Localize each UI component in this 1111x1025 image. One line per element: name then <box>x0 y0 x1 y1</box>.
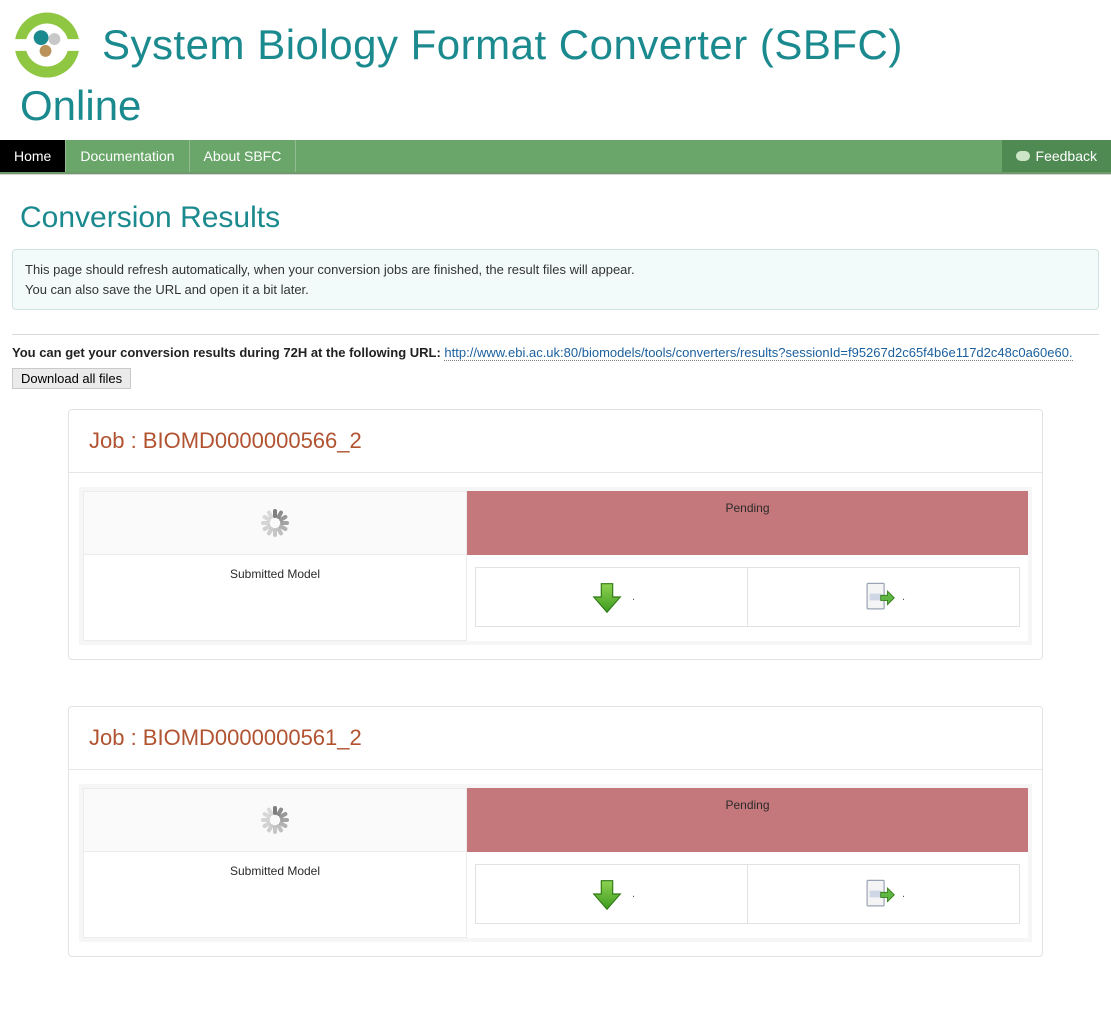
info-box: This page should refresh automatically, … <box>12 249 1099 310</box>
submitted-model-cell: Submitted Model <box>83 852 467 938</box>
job-status-cell: Pending <box>467 788 1028 852</box>
results-url-prefix: You can get your conversion results duri… <box>12 345 444 360</box>
info-line-2: You can also save the URL and open it a … <box>25 280 1086 300</box>
job-status-label: Pending <box>725 501 769 515</box>
file-export-icon <box>862 580 896 614</box>
job-actions-cell: . . <box>467 555 1028 641</box>
site-title-sub: Online <box>20 82 141 129</box>
job-loading-cell <box>83 491 467 555</box>
job-loading-cell <box>83 788 467 852</box>
page-title: Conversion Results <box>8 197 1103 249</box>
nav-documentation[interactable]: Documentation <box>66 140 189 172</box>
download-result-button[interactable]: . <box>476 865 748 923</box>
site-title-main: System Biology Format Converter (SBFC) <box>102 21 903 69</box>
nav-home[interactable]: Home <box>0 140 66 172</box>
feedback-label: Feedback <box>1036 148 1097 164</box>
site-header: System Biology Format Converter (SBFC) O… <box>0 0 1111 130</box>
export-result-button[interactable]: . <box>748 865 1019 923</box>
job-actions-cell: . . <box>467 852 1028 938</box>
divider <box>12 334 1099 335</box>
job-card: Job : BIOMD0000000561_2 Pending Submitte… <box>68 706 1043 957</box>
nav-feedback[interactable]: Feedback <box>1002 140 1111 172</box>
job-status-label: Pending <box>725 798 769 812</box>
results-url-line: You can get your conversion results duri… <box>8 345 1103 364</box>
action-dot: . <box>632 888 635 900</box>
info-line-1: This page should refresh automatically, … <box>25 260 1086 280</box>
action-dot: . <box>902 591 905 603</box>
export-result-button[interactable]: . <box>748 568 1019 626</box>
loading-spinner-icon <box>259 507 291 539</box>
action-dot: . <box>632 591 635 603</box>
submitted-model-cell: Submitted Model <box>83 555 467 641</box>
feedback-icon <box>1016 151 1030 161</box>
job-title: Job : BIOMD0000000566_2 <box>89 428 1022 454</box>
download-all-button[interactable]: Download all files <box>12 368 131 389</box>
submitted-model-label: Submitted Model <box>230 567 320 581</box>
download-arrow-icon <box>588 875 626 913</box>
job-title: Job : BIOMD0000000561_2 <box>89 725 1022 751</box>
submitted-model-label: Submitted Model <box>230 864 320 878</box>
file-export-icon <box>862 877 896 911</box>
action-dot: . <box>902 888 905 900</box>
download-result-button[interactable]: . <box>476 568 748 626</box>
nav-about-sbfc[interactable]: About SBFC <box>190 140 297 172</box>
logo-icon <box>10 8 84 82</box>
job-card: Job : BIOMD0000000566_2 Pending Submitte… <box>68 409 1043 660</box>
download-arrow-icon <box>588 578 626 616</box>
main-nav: Home Documentation About SBFC Feedback <box>0 140 1111 174</box>
main-content: Conversion Results This page should refr… <box>0 174 1111 1025</box>
loading-spinner-icon <box>259 804 291 836</box>
job-status-cell: Pending <box>467 491 1028 555</box>
results-url-link[interactable]: http://www.ebi.ac.uk:80/biomodels/tools/… <box>444 345 1072 361</box>
